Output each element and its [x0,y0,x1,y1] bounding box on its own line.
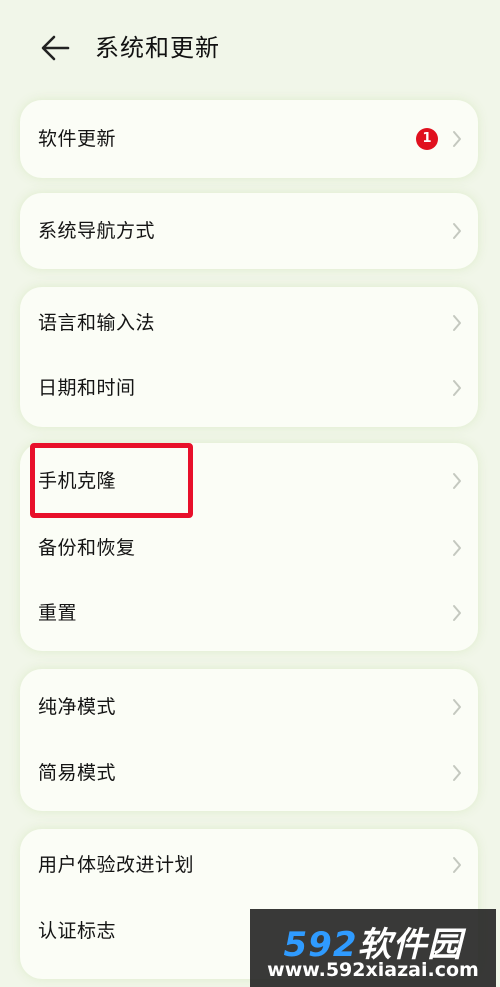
chevron-right-icon [453,765,461,781]
settings-group-language-date: 语言和输入法 日期和时间 [20,287,478,427]
highlight-box [30,443,193,518]
settings-item-simple-mode[interactable]: 简易模式 [20,743,478,803]
watermark-url: www.592xiazai.com [267,959,479,981]
chevron-right-icon [453,131,461,147]
settings-group-modes: 纯净模式 简易模式 [20,669,478,811]
chevron-right-icon [453,473,461,489]
settings-group-software-update: 软件更新 1 [20,100,478,178]
settings-group-navigation: 系统导航方式 [20,193,478,269]
settings-item-system-navigation[interactable]: 系统导航方式 [20,201,478,261]
settings-item-software-update[interactable]: 软件更新 1 [20,109,478,169]
notification-badge: 1 [416,128,438,150]
chevron-right-icon [453,380,461,396]
chevron-right-icon [453,223,461,239]
settings-item-label: 认证标志 [38,920,117,942]
settings-item-language-input[interactable]: 语言和输入法 [20,293,478,353]
settings-item-label: 简易模式 [38,762,117,784]
chevron-right-icon [453,699,461,715]
chevron-right-icon [453,315,461,331]
chevron-right-icon [453,605,461,621]
settings-item-backup-restore[interactable]: 备份和恢复 [20,518,478,578]
settings-item-label: 软件更新 [38,128,117,150]
app-header: 系统和更新 [0,0,500,100]
settings-item-reset[interactable]: 重置 [20,583,478,643]
settings-item-label: 语言和输入法 [38,312,156,334]
watermark: 592软件园 www.592xiazai.com [250,909,496,987]
settings-item-label: 系统导航方式 [38,220,156,242]
settings-item-label: 纯净模式 [38,696,117,718]
chevron-right-icon [453,540,461,556]
settings-item-pure-mode[interactable]: 纯净模式 [20,677,478,737]
arrow-left-icon [41,35,70,61]
back-button[interactable] [38,30,74,66]
settings-item-label: 备份和恢复 [38,537,136,559]
page-title: 系统和更新 [95,34,220,62]
chevron-right-icon [453,857,461,873]
settings-item-label: 重置 [38,602,78,624]
settings-item-label: 用户体验改进计划 [38,854,195,876]
settings-item-label: 日期和时间 [38,377,136,399]
settings-item-date-time[interactable]: 日期和时间 [20,358,478,418]
settings-item-user-experience-program[interactable]: 用户体验改进计划 [20,835,478,895]
